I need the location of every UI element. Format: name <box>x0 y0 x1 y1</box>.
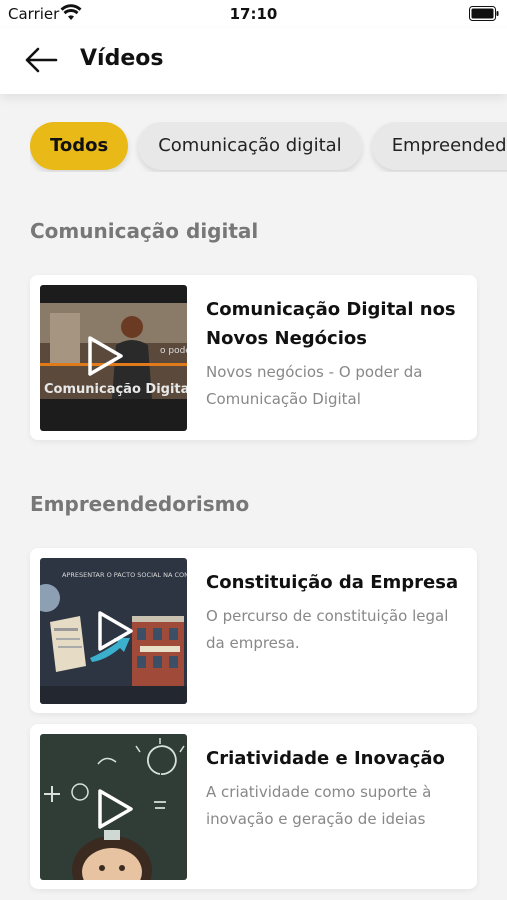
app-header: Vídeos <box>0 28 507 94</box>
video-card[interactable]: Criatividade e Inovação A criatividade c… <box>30 724 477 889</box>
video-description: Novos negócios - O poder da Comunicação … <box>206 363 423 408</box>
section-title-empreendedorismo: Empreendedorismo <box>30 492 250 516</box>
status-bar: Carrier 17:10 <box>0 0 507 28</box>
page-title: Vídeos <box>80 46 164 71</box>
thumb-caption: Comunicação Digital <box>44 382 187 397</box>
status-time: 17:10 <box>229 5 278 23</box>
battery-icon <box>469 6 499 21</box>
video-title: Constituição da Empresa <box>206 572 459 593</box>
back-arrow-icon[interactable] <box>24 46 58 74</box>
video-description: O percurso de constituição legal da empr… <box>206 607 449 652</box>
chip-comunicacao-digital[interactable]: Comunicação digital <box>138 122 362 170</box>
section-title-comunicacao-digital: Comunicação digital <box>30 219 259 243</box>
play-icon[interactable] <box>96 610 134 652</box>
chip-empreendedorismo[interactable]: Empreendedorismo <box>371 122 507 170</box>
play-icon[interactable] <box>86 335 124 377</box>
thumb-caption-small: o pode <box>160 346 187 356</box>
thumb-caption: APRESENTAR O PACTO SOCIAL NA CONSERVATÓR… <box>62 570 187 579</box>
chip-todos[interactable]: Todos <box>30 122 129 170</box>
video-description: A criatividade como suporte à inovação e… <box>206 783 432 828</box>
video-title: Comunicação Digital nos Novos Negócios <box>206 299 456 349</box>
video-card[interactable]: o pode Comunicação Digital Comunicação D… <box>30 275 477 440</box>
video-card[interactable]: APRESENTAR O PACTO SOCIAL NA CONSERVATÓR… <box>30 548 477 713</box>
video-title: Criatividade e Inovação <box>206 748 445 769</box>
category-chips: TodosComunicação digitalEmpreendedorismo <box>30 122 507 172</box>
play-icon[interactable] <box>96 788 134 830</box>
